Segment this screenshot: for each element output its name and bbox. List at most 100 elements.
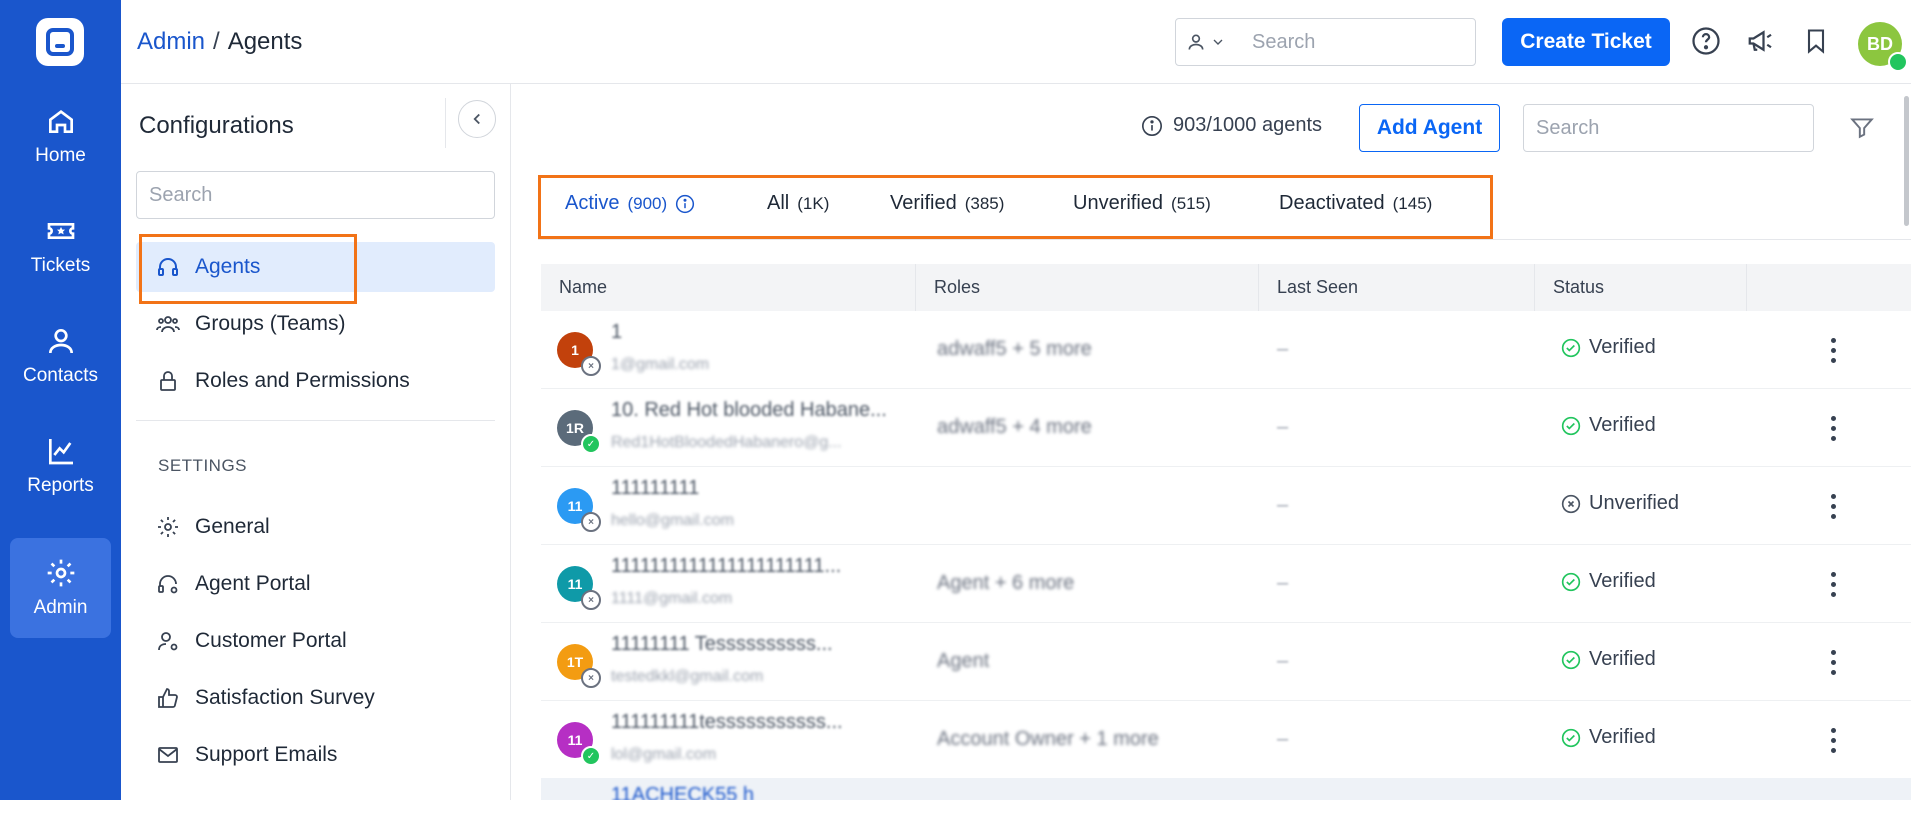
- row-actions-menu-icon[interactable]: [1821, 335, 1845, 365]
- status-label: Verified: [1589, 336, 1656, 358]
- rail-item-home[interactable]: Home: [10, 86, 111, 186]
- breadcrumb: Admin / Agents: [137, 28, 302, 56]
- config-item-support-emails[interactable]: Support Emails: [136, 730, 495, 780]
- add-agent-button[interactable]: Add Agent: [1359, 104, 1500, 152]
- user-gear-icon: [156, 629, 180, 653]
- column-header-roles[interactable]: Roles: [916, 264, 1259, 311]
- chevron-left-icon: [473, 113, 480, 125]
- avatar-initials: 1R: [566, 420, 584, 436]
- offline-status-icon: ×: [581, 590, 601, 610]
- configurations-search-input[interactable]: Search: [136, 171, 495, 219]
- row-actions-menu-icon[interactable]: [1821, 413, 1845, 443]
- avatar-initials: 11: [567, 498, 583, 514]
- user-avatar[interactable]: BD: [1858, 22, 1908, 72]
- online-status-icon: ✓: [581, 746, 601, 766]
- agent-name[interactable]: 10. Red Hot blooded Habane...: [611, 399, 896, 422]
- search-scope-dropdown[interactable]: [1176, 19, 1236, 65]
- app-logo[interactable]: [36, 18, 84, 66]
- info-icon: [1142, 115, 1162, 136]
- column-header-status[interactable]: Status: [1535, 264, 1747, 311]
- config-item-groups[interactable]: Groups (Teams): [136, 299, 495, 349]
- avatar-initials: BD: [1867, 33, 1893, 54]
- agent-name[interactable]: 11ACHECK55 h: [611, 784, 754, 800]
- row-actions-menu-icon[interactable]: [1821, 647, 1845, 677]
- divider: [136, 420, 495, 421]
- tabs-divider: [538, 239, 1911, 240]
- table-row[interactable]: 1 × 1 1@gmail.com adwaff5 + 5 more – Verified: [541, 311, 1911, 389]
- config-item-label: Satisfaction Survey: [195, 686, 375, 709]
- agent-last-seen: –: [1277, 650, 1289, 672]
- agent-email: 1111@gmail.com: [611, 590, 733, 607]
- table-row[interactable]: 1T × 11111111 Tessssssssss... testedkkl@gma…: [541, 623, 1911, 701]
- config-item-label: Groups (Teams): [195, 312, 346, 335]
- config-item-agent-portal[interactable]: Agent Portal: [136, 559, 495, 609]
- agent-last-seen: –: [1277, 338, 1289, 360]
- page-title: Agents: [227, 28, 303, 55]
- rail-label: Admin: [33, 597, 88, 618]
- config-item-roles[interactable]: Roles and Permissions: [136, 356, 495, 406]
- filter-icon[interactable]: [1849, 114, 1875, 145]
- column-header-name[interactable]: Name: [541, 264, 916, 311]
- agent-last-seen: –: [1277, 728, 1289, 750]
- announcement-icon[interactable]: [1744, 24, 1778, 58]
- agent-email: Red1HotBloodedHabanero@g...: [611, 434, 842, 451]
- avatar-initials: 11: [567, 576, 583, 592]
- global-search-input[interactable]: Search: [1236, 31, 1315, 54]
- bookmark-icon[interactable]: [1799, 24, 1833, 58]
- table-row[interactable]: 1R ✓ 10. Red Hot blooded Habane... Red1HotB…: [541, 389, 1911, 467]
- user-icon: [1188, 34, 1204, 50]
- agent-status: Unverified: [1561, 492, 1679, 515]
- thumbs-up-icon: [156, 686, 180, 710]
- configurations-panel: Configurations Search Agents Groups (Tea…: [121, 84, 511, 800]
- config-item-label: Support Emails: [195, 743, 338, 766]
- top-bar: Admin / Agents Search Create Ticket BD: [121, 0, 1911, 84]
- config-item-satisfaction-survey[interactable]: Satisfaction Survey: [136, 673, 495, 723]
- ticket-icon: [47, 223, 74, 239]
- agent-email: 1@gmail.com: [611, 356, 710, 373]
- highlight-box: [139, 234, 357, 304]
- table-row[interactable]: 11 × 1111111111111111111111... 1111@gmail.c…: [541, 545, 1911, 623]
- agent-name[interactable]: 11111111 Tessssssssss...: [611, 633, 896, 656]
- agent-last-seen: –: [1277, 416, 1289, 438]
- create-ticket-button[interactable]: Create Ticket: [1502, 18, 1670, 66]
- left-rail: Home Tickets Contacts Reports Admin: [0, 0, 121, 800]
- config-item-customer-portal[interactable]: Customer Portal: [136, 616, 495, 666]
- rail-item-admin[interactable]: Admin: [10, 538, 111, 638]
- rail-label: Reports: [27, 475, 94, 496]
- agent-search-input[interactable]: Search: [1523, 104, 1814, 152]
- agent-name[interactable]: 1111111111111111111111...: [611, 555, 896, 578]
- row-actions-menu-icon[interactable]: [1821, 569, 1845, 599]
- column-header-last-seen[interactable]: Last Seen: [1259, 264, 1535, 311]
- config-item-label: Roles and Permissions: [195, 369, 410, 392]
- agent-email: hello@gmail.com: [611, 512, 734, 529]
- chevron-down-icon: [1213, 39, 1223, 45]
- config-item-label: Customer Portal: [195, 629, 347, 652]
- table-row[interactable]: 11 × 111111111 hello@gmail.com – Unverified: [541, 467, 1911, 545]
- agent-name[interactable]: 111111111: [611, 477, 896, 500]
- lock-icon: [156, 369, 180, 393]
- table-row[interactable]: 11ACHECK55 h: [541, 778, 1911, 800]
- breadcrumb-admin-link[interactable]: Admin: [137, 28, 205, 55]
- global-search[interactable]: Search: [1175, 18, 1476, 66]
- agent-name[interactable]: 1: [611, 321, 896, 344]
- agent-name[interactable]: 111111111tesssssssssss...: [611, 711, 896, 734]
- rail-item-contacts[interactable]: Contacts: [10, 306, 111, 406]
- row-actions-menu-icon[interactable]: [1821, 491, 1845, 521]
- collapse-panel-button[interactable]: [458, 100, 496, 138]
- rail-item-tickets[interactable]: Tickets: [10, 196, 111, 296]
- agent-status: Verified: [1561, 726, 1656, 749]
- x-circle-icon: [1561, 494, 1581, 513]
- table-row[interactable]: 11 ✓ 111111111tesssssssssss... lol@gmail.co…: [541, 701, 1911, 779]
- rail-label: Contacts: [23, 365, 98, 386]
- agent-count: 903/1000 agents: [1141, 114, 1322, 137]
- rail-item-reports[interactable]: Reports: [10, 416, 111, 516]
- agent-last-seen: –: [1277, 494, 1289, 516]
- check-circle-icon: [1561, 650, 1581, 669]
- help-icon[interactable]: [1689, 24, 1723, 58]
- gear-icon: [47, 559, 74, 587]
- rail-label: Tickets: [30, 255, 91, 276]
- row-actions-menu-icon[interactable]: [1821, 725, 1845, 755]
- avatar-initials: 1: [571, 342, 579, 358]
- config-item-general[interactable]: General: [136, 502, 495, 552]
- scrollbar[interactable]: [1904, 96, 1909, 226]
